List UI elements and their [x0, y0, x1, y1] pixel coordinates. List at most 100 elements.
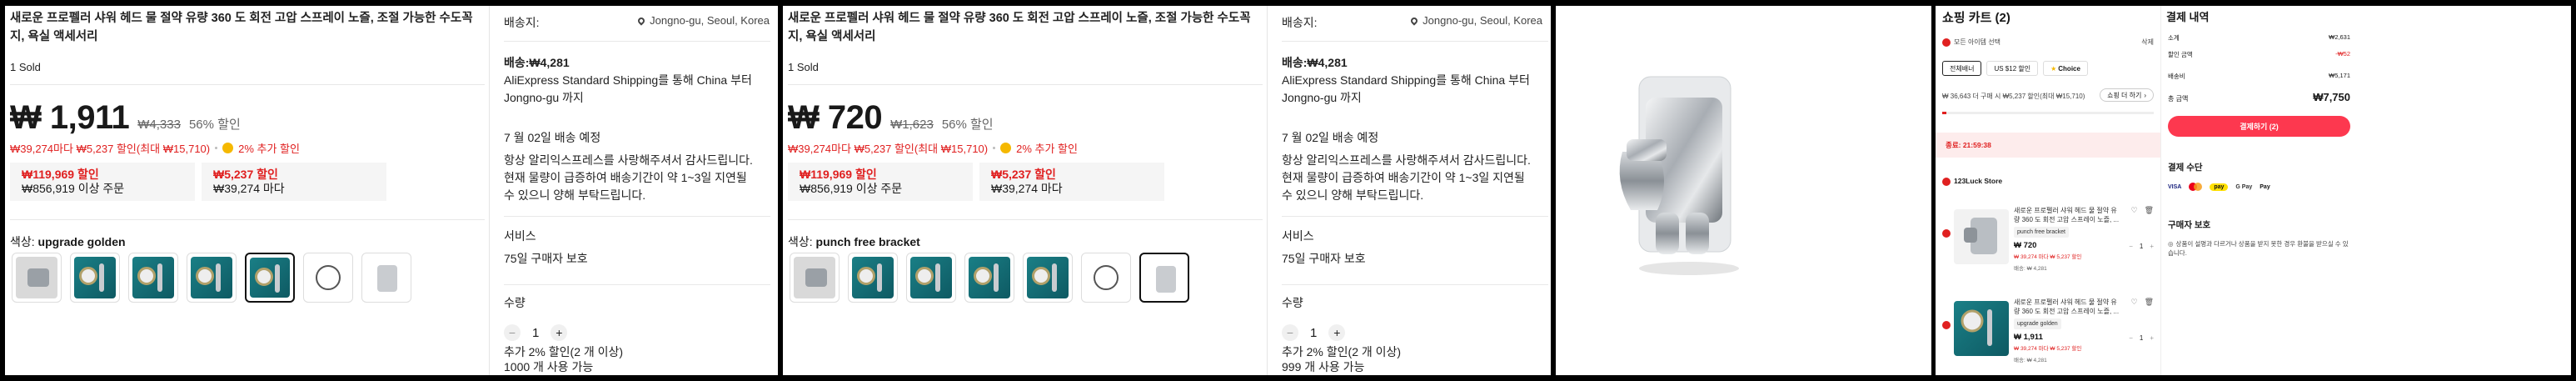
cart-title: 쇼핑 카트 (2)	[1942, 11, 2010, 25]
coupon-card[interactable]: ₩119,969 할인 ₩856,919 이상 주문	[788, 163, 973, 201]
qty-plus-button[interactable]: +	[551, 324, 568, 341]
swatch-variant[interactable]	[906, 253, 956, 303]
swatch-variant[interactable]	[128, 253, 178, 303]
item-price: ₩ 1,911	[2014, 333, 2043, 342]
product-info: 새로운 프로펠러 샤워 헤드 물 절약 유량 360 도 회전 고압 스프레이 …	[5, 6, 490, 375]
delivery-date: 7 월 02일 배송 예정	[1282, 131, 1379, 144]
swatch-upgrade-golden[interactable]	[1023, 253, 1073, 303]
delete-button[interactable]: 삭제	[2141, 38, 2154, 47]
swatch-punch-free-bracket[interactable]	[361, 253, 411, 303]
original-price: ₩4,333	[137, 118, 181, 132]
separator-dot	[215, 147, 218, 149]
swatch-variant[interactable]	[848, 253, 898, 303]
item-qty-stepper: −1 +	[2129, 243, 2154, 250]
service-value: 75일 구매자 보호	[1282, 252, 1366, 265]
coupon-card[interactable]: ₩119,969 할인 ₩856,919 이상 주문	[10, 163, 195, 201]
protection-heading: 구매자 보호	[2168, 220, 2211, 230]
product-image-panel	[1556, 6, 1931, 375]
tab-discount[interactable]: US $12 할인	[1986, 61, 2039, 76]
select-all-checkbox[interactable]: 모든 아이템 선택	[1942, 38, 2001, 47]
heart-icon[interactable]: ♡	[2130, 298, 2137, 307]
location-selector[interactable]: Jongno-gu, Seoul, Korea	[636, 14, 770, 27]
qty-minus-button[interactable]: −	[2129, 243, 2133, 250]
promo-line: ₩39,274마다 ₩5,237 할인(최대 ₩15,710) 2% 추가 할인	[788, 140, 1078, 156]
swatch-bracket[interactable]	[12, 253, 62, 303]
protection-text: ◎ 상품이 설명과 다르거나 상품을 받지 못한 경우 환불을 받으실 수 있습니…	[2168, 240, 2349, 257]
swatch-punch-free-bracket[interactable]	[1139, 253, 1189, 303]
color-label-text: 색상:	[10, 235, 35, 248]
sold-count: 1 Sold	[10, 61, 41, 73]
qty-plus-button[interactable]: +	[1328, 324, 1346, 341]
qty-value[interactable]: 1	[532, 326, 539, 340]
qty-minus-button[interactable]: −	[504, 324, 521, 341]
location-text: Jongno-gu, Seoul, Korea	[650, 14, 770, 27]
coin-promo: 2% 추가 할인	[238, 143, 300, 155]
checkbox-checked-icon	[1942, 38, 1951, 47]
color-label-text: 색상:	[788, 235, 813, 248]
qty-value[interactable]: 1	[2140, 334, 2143, 342]
product-page-a: 새로운 프로펠러 샤워 헤드 물 절약 유량 360 도 회전 고압 스프레이 …	[5, 6, 778, 375]
swatch-variant[interactable]	[70, 253, 120, 303]
shower-head-thumb-image	[1961, 309, 1992, 346]
price-row: ₩ 720 ₩1,623 56% 할인	[788, 99, 994, 137]
qty-info: 추가 2% 할인(2 개 이상) 1000 개 사용 가능	[504, 344, 754, 374]
qty-minus-button[interactable]: −	[1282, 324, 1298, 341]
item-shipping: 배송: ₩ 4,281	[2014, 266, 2047, 272]
order-summary: 결제 내역 소계 ₩2,631 할인 금액 -₩52 배송비 ₩5,171 총 금액 ₩…	[2160, 6, 2360, 375]
store-promo: ₩39,274마다 ₩5,237 할인(최대 ₩15,710)	[788, 143, 989, 155]
item-thumbnail[interactable]	[1954, 209, 2009, 264]
swatch-bracket[interactable]	[790, 253, 840, 303]
item-thumbnail[interactable]	[1954, 301, 2009, 356]
item-details: 새로운 프로펠러 샤워 헤드 물 절약 유량 360 도 회전 고압 스프레이 …	[2014, 298, 2120, 365]
item-checkbox[interactable]	[1942, 229, 1951, 238]
qty-available: 1000 개 사용 가능	[504, 360, 594, 373]
swatch-upgrade-golden[interactable]	[245, 253, 295, 303]
qty-value[interactable]: 1	[1310, 326, 1317, 340]
swatch-hose[interactable]	[1081, 253, 1131, 303]
checkout-button[interactable]: 결제하기 (2)	[2168, 116, 2350, 137]
coupon-card[interactable]: ₩5,237 할인 ₩39,274 마다	[979, 163, 1164, 201]
qty-minus-button[interactable]: −	[2129, 334, 2133, 342]
product-page-b: 새로운 프로펠러 샤워 헤드 물 절약 유량 360 도 회전 고압 스프레이 …	[783, 6, 1551, 375]
swatch-hose[interactable]	[303, 253, 353, 303]
service-value: 75일 구매자 보호	[504, 252, 588, 265]
item-variant[interactable]: upgrade golden	[2014, 318, 2061, 329]
trash-icon[interactable]: 🗑	[2145, 206, 2154, 215]
color-label: 색상: punch free bracket	[788, 233, 920, 250]
coupon-amount: ₩119,969 할인	[800, 168, 877, 181]
discount-percent: 56% 할인	[941, 118, 994, 132]
payment-heading: 결제 수단	[2168, 163, 2203, 173]
qty-plus-button[interactable]: +	[2150, 334, 2154, 342]
swatch-variant[interactable]	[187, 253, 237, 303]
coupon-card[interactable]: ₩5,237 할인 ₩39,274 마다	[202, 163, 386, 201]
service-info: 서비스 75일 구매자 보호	[504, 228, 754, 268]
qty-label: 수량	[504, 296, 526, 309]
item-checkbox[interactable]	[1942, 321, 1951, 329]
swatch-variant[interactable]	[964, 253, 1014, 303]
item-title[interactable]: 새로운 프로펠러 샤워 헤드 물 절약 유량 360 도 회전 고압 스프레이 …	[2014, 206, 2120, 224]
qty-promo: 추가 2% 할인(2 개 이상)	[504, 345, 624, 358]
store-name[interactable]: 123Luck Store	[1942, 177, 2002, 186]
item-variant[interactable]: punch free bracket	[2014, 227, 2069, 238]
item-qty-stepper: −1 +	[2129, 334, 2154, 342]
product-image[interactable]	[1606, 73, 1747, 289]
summary-row: 배송비 ₩5,171	[2168, 72, 2350, 80]
tab-choice[interactable]: ★ Choice	[2043, 61, 2088, 76]
color-label: 색상: upgrade golden	[10, 233, 126, 250]
qty-plus-button[interactable]: +	[2150, 243, 2154, 250]
coupon-condition: ₩856,919 이상 주문	[22, 182, 125, 195]
mastercard-icon	[2189, 183, 2203, 191]
location-selector[interactable]: Jongno-gu, Seoul, Korea	[1409, 14, 1542, 27]
qty-value[interactable]: 1	[2140, 243, 2143, 250]
divider	[1282, 216, 1548, 217]
google-pay-icon: G Pay	[2235, 183, 2253, 190]
service-label: 서비스	[504, 229, 536, 243]
shop-more-button[interactable]: 쇼핑 더 하기 ›	[2100, 88, 2154, 102]
heart-icon[interactable]: ♡	[2130, 206, 2137, 215]
tab-all[interactable]: 전체배너	[1942, 61, 1982, 76]
summary-title: 결제 내역	[2166, 11, 2210, 23]
item-title[interactable]: 새로운 프로펠러 샤워 헤드 물 절약 유량 360 도 회전 고압 스프레이 …	[2014, 298, 2120, 316]
visa-icon: VISA	[2168, 183, 2182, 190]
service-label: 서비스	[1282, 229, 1314, 243]
trash-icon[interactable]: 🗑	[2145, 298, 2154, 307]
